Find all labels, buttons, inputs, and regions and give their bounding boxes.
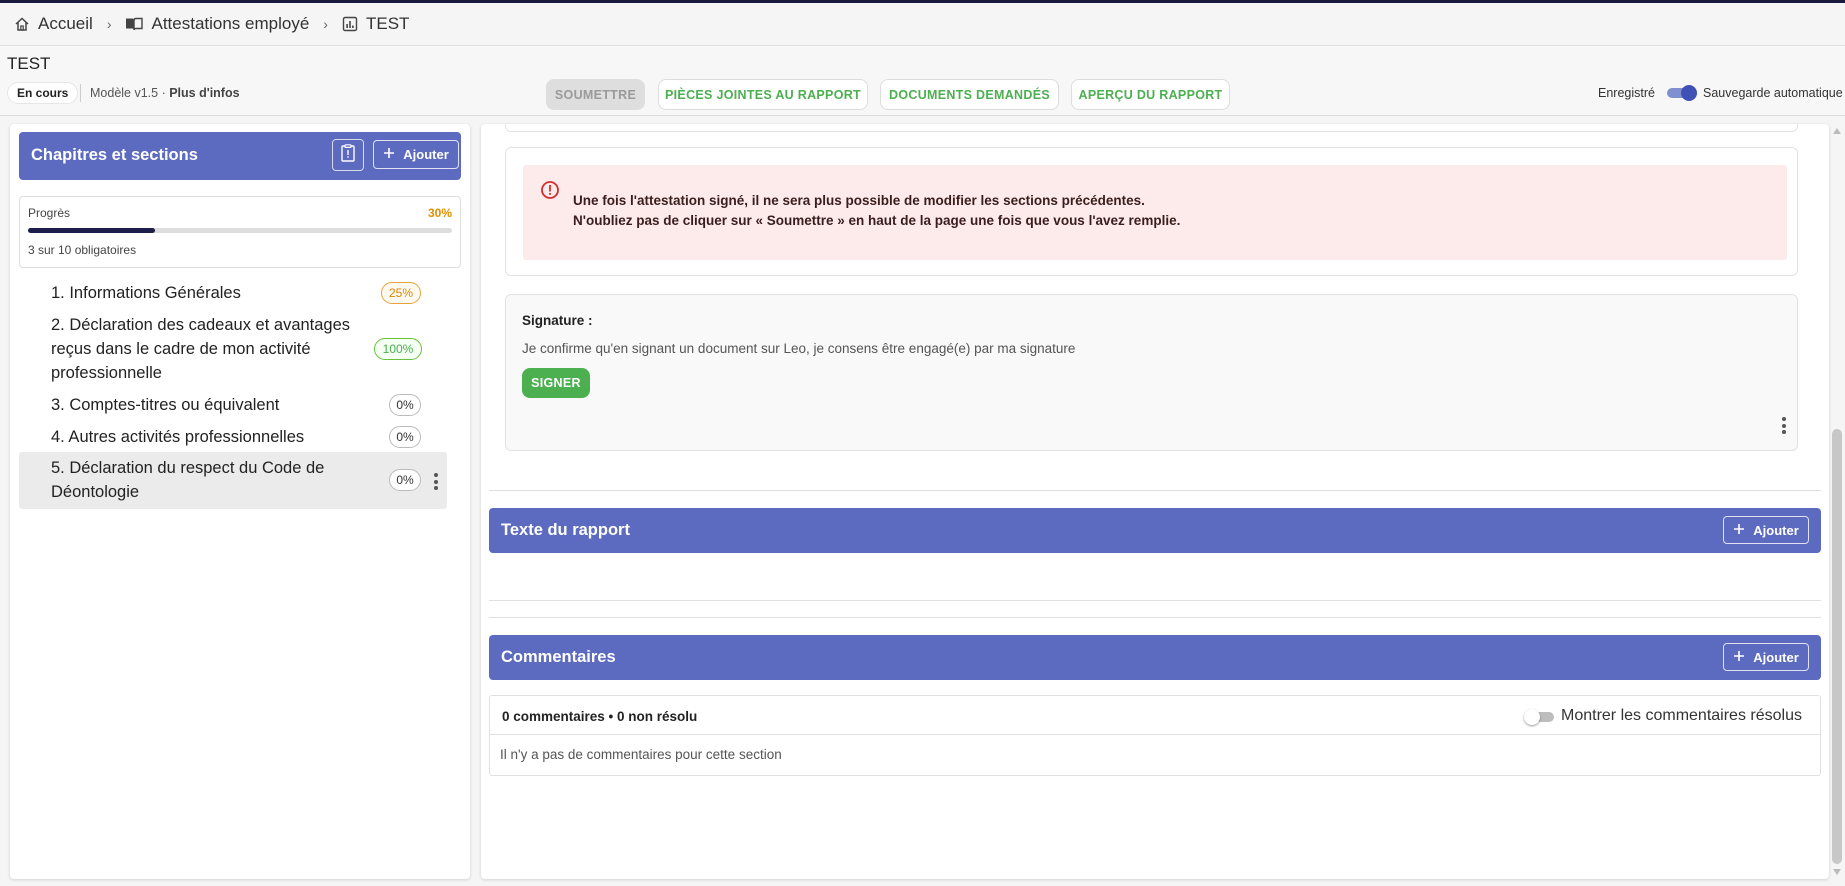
warning-line-2: N'oubliez pas de cliquer sur « Soumettre…: [573, 213, 1181, 228]
home-icon: [14, 16, 30, 32]
model-version: Modèle v1.5 ·: [90, 86, 166, 100]
warning-alert: Une fois l'attestation signé, il ne sera…: [523, 165, 1787, 260]
breadcrumb-attestations-label: Attestations employé: [151, 14, 310, 33]
section-divider: [489, 617, 1821, 618]
warning-line-1: Une fois l'attestation signé, il ne sera…: [573, 193, 1145, 208]
chapter-label: 5. Déclaration du respect du Code de Déo…: [51, 459, 325, 501]
chapter-progress-badge: 0%: [389, 469, 421, 491]
report-preview-button[interactable]: APERÇU DU RAPPORT: [1071, 79, 1230, 110]
add-report-text-label: Ajouter: [1753, 522, 1799, 538]
breadcrumb-separator: ›: [106, 16, 112, 32]
page-title: TEST: [7, 54, 51, 73]
add-chapter-button[interactable]: Ajouter: [373, 140, 459, 169]
signature-consent-text: Je confirme qu'en signant un document su…: [522, 341, 1076, 356]
book-icon: [125, 16, 144, 32]
progress-bar: [28, 228, 452, 233]
add-chapter-label: Ajouter: [403, 147, 449, 162]
more-info-link[interactable]: Plus d'infos: [169, 86, 239, 100]
breadcrumb-separator: ›: [323, 16, 328, 32]
autosave-toggle[interactable]: [1667, 85, 1697, 101]
add-comment-button[interactable]: Ajouter: [1723, 643, 1809, 671]
scroll-down-arrow-icon[interactable]: [1833, 869, 1841, 875]
chapters-sidebar: Chapitres et sections Ajouter Progrès 30…: [10, 124, 470, 879]
warning-card: Une fois l'attestation signé, il ne sera…: [505, 147, 1798, 276]
header-divider: [80, 84, 81, 102]
info-icon: [340, 143, 356, 167]
chapter-progress-badge: 25%: [381, 282, 421, 304]
signature-card: Signature : Je confirme qu'en signant un…: [505, 294, 1798, 451]
model-info: Modèle v1.5 · Plus d'infos: [90, 86, 240, 100]
report-text-title: Texte du rapport: [501, 521, 630, 539]
sign-button[interactable]: SIGNER: [522, 368, 590, 398]
comments-empty-message: Il n'y a pas de commentaires pour cette …: [500, 747, 782, 762]
chapter-item-selected[interactable]: 5. Déclaration du respect du Code de Déo…: [19, 452, 447, 509]
scroll-up-arrow-icon[interactable]: [1833, 128, 1841, 134]
breadcrumb: Accueil › Attestations employé › TEST: [0, 3, 1845, 46]
progress-percent: 30%: [427, 206, 452, 220]
comments-count: 0 commentaires • 0 non résolu: [502, 709, 698, 724]
plus-icon: [1733, 650, 1745, 665]
section-divider: [489, 490, 1821, 491]
chapter-progress-badge: 0%: [389, 394, 421, 416]
progress-card: Progrès 30% 3 sur 10 obligatoires: [19, 196, 461, 268]
status-badge: En cours: [7, 82, 79, 104]
breadcrumb-current[interactable]: TEST: [342, 14, 409, 34]
autosave-label: Sauvegarde automatique: [1703, 86, 1843, 100]
requested-documents-button[interactable]: DOCUMENTS DEMANDÉS: [880, 79, 1059, 110]
chapters-title: Chapitres et sections: [31, 146, 198, 164]
plus-icon: [383, 147, 395, 162]
autosave-toggle-knob: [1681, 85, 1697, 101]
chapter-item[interactable]: 4. Autres activités professionnelles 0%: [19, 421, 447, 453]
chapter-progress-badge: 100%: [374, 338, 422, 360]
report-text-header: Texte du rapport Ajouter: [489, 508, 1821, 553]
comments-panel: 0 commentaires • 0 non résolu Montrer le…: [489, 695, 1821, 776]
show-resolved-label[interactable]: Montrer les commentaires résolus: [1561, 707, 1802, 725]
progress-label: Progrès: [28, 206, 71, 220]
progress-count: 3 sur 10 obligatoires: [28, 243, 137, 257]
section-divider: [489, 600, 1821, 601]
comments-panel-header: 0 commentaires • 0 non résolu Montrer le…: [490, 696, 1820, 735]
show-resolved-toggle[interactable]: [1524, 709, 1554, 725]
chapter-label: 4. Autres activités professionnelles: [51, 428, 305, 446]
scrollbar-thumb[interactable]: [1832, 429, 1842, 864]
saved-status: Enregistré: [1598, 86, 1655, 100]
chapter-label: 1. Informations Générales: [51, 284, 241, 302]
attachments-button[interactable]: PIÈCES JOINTES AU RAPPORT: [658, 79, 868, 110]
comments-title: Commentaires: [501, 648, 616, 666]
submit-button[interactable]: SOUMETTRE: [546, 79, 645, 110]
chapters-header: Chapitres et sections Ajouter: [19, 132, 461, 180]
breadcrumb-home-label: Accueil: [38, 14, 93, 33]
chapter-item[interactable]: 3. Comptes-titres ou équivalent 0%: [19, 389, 447, 421]
plus-icon: [1733, 523, 1745, 538]
signature-menu-icon[interactable]: [1782, 417, 1786, 437]
section-content: Une fois l'attestation signé, il ne sera…: [481, 124, 1829, 879]
chapter-menu-icon[interactable]: [434, 473, 438, 493]
progress-bar-fill: [28, 228, 156, 233]
breadcrumb-attestations[interactable]: Attestations employé: [125, 14, 309, 34]
breadcrumb-home[interactable]: Accueil: [14, 14, 93, 34]
alert-circle-icon: [540, 180, 560, 205]
add-comment-label: Ajouter: [1753, 649, 1799, 665]
signature-label: Signature :: [522, 313, 593, 328]
previous-card: [505, 124, 1798, 132]
chapter-label: 3. Comptes-titres ou équivalent: [51, 396, 280, 414]
chapter-label: 2. Déclaration des cadeaux et avantages …: [51, 316, 351, 382]
chapter-progress-badge: 0%: [389, 426, 421, 448]
show-resolved-toggle-knob: [1524, 709, 1540, 725]
breadcrumb-current-label: TEST: [365, 14, 410, 33]
comments-header: Commentaires Ajouter: [489, 635, 1821, 680]
add-report-text-button[interactable]: Ajouter: [1723, 516, 1809, 544]
content-scrollbar[interactable]: [1829, 124, 1845, 879]
report-header: TEST En cours Modèle v1.5 · Plus d'infos…: [0, 46, 1845, 116]
chapter-info-button[interactable]: [332, 139, 364, 171]
chapter-item[interactable]: 1. Informations Générales 25%: [19, 277, 447, 309]
chapter-item[interactable]: 2. Déclaration des cadeaux et avantages …: [19, 309, 447, 389]
report-icon: [342, 16, 358, 32]
warning-message: Une fois l'attestation signé, il ne sera…: [573, 191, 1180, 231]
